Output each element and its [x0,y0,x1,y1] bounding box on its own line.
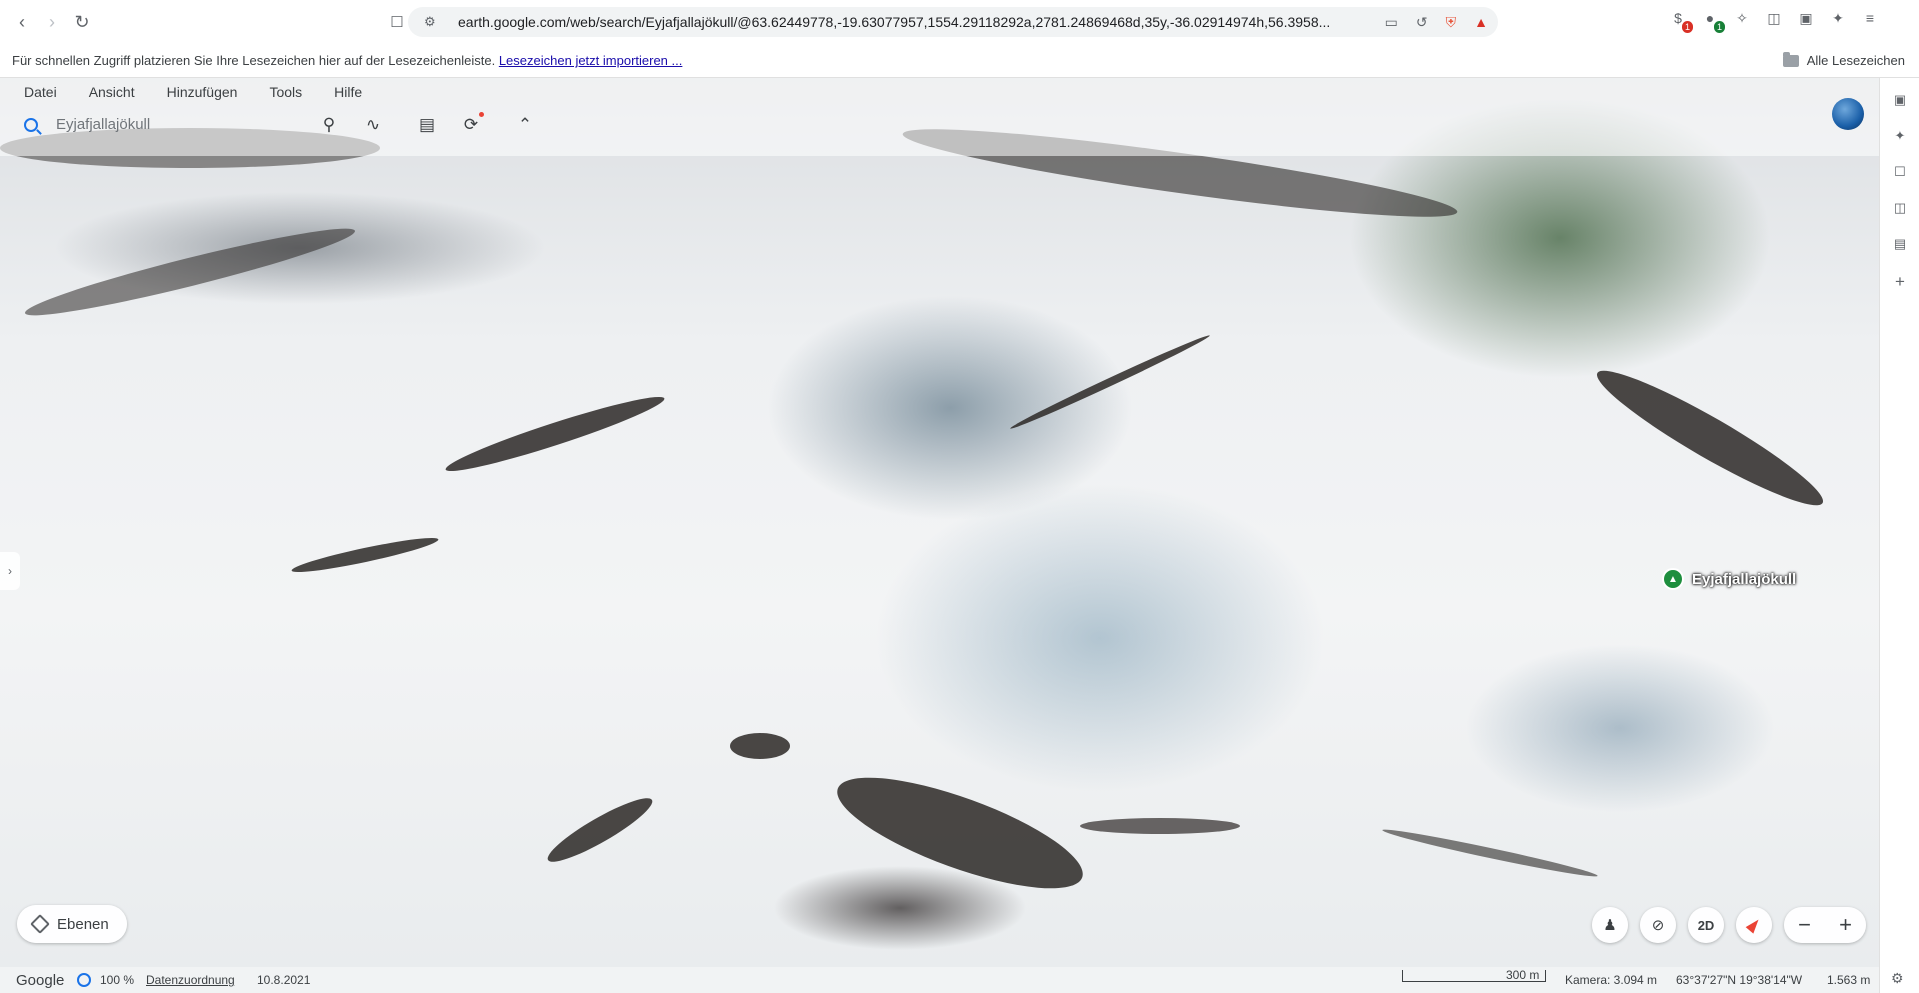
zoom-out-button[interactable]: − [1798,912,1811,938]
menu-datei[interactable]: Datei [24,84,57,100]
share-icon[interactable]: ↺ [1416,14,1428,31]
extension-icon-1[interactable]: $1 [1669,10,1693,33]
elevation: 1.563 m [1827,973,1871,987]
extensions-area: $1 ● 1 ✧ ◫ ▣ ✦ ≡ [1669,10,1879,33]
expand-panel-icon[interactable]: › [0,552,20,590]
placemark-icon[interactable]: ⚲ [318,114,340,136]
ruler-icon[interactable]: ▤ [416,114,438,136]
earth-header: Datei Ansicht Hinzufügen Tools Hilfe Eyj… [0,78,1879,156]
menu-hinzufuegen[interactable]: Hinzufügen [167,84,238,100]
terrain-rock [1008,331,1212,433]
terrain-rock [1080,818,1240,834]
bookmarks-panel-icon[interactable]: ☐ [1892,164,1908,180]
camera-altitude: Kamera: 3.094 m [1565,973,1658,987]
terrain-rock [825,755,1095,911]
reading-list-icon[interactable]: ▤ [1892,236,1908,252]
right-sidebar: ▣ ✦ ☐ ◫ ▤ + [1879,78,1919,993]
loading-indicator [77,973,91,987]
sidebar-toggle-icon[interactable]: ◫ [1765,10,1783,28]
cast-icon[interactable]: ▭ [1385,14,1398,31]
zoom-in-button[interactable]: + [1839,912,1852,938]
search-icon[interactable] [24,117,38,132]
import-bookmarks-link[interactable]: Lesezeichen jetzt importieren ... [499,53,683,68]
coordinates: 63°37'27"N 19°38'14"W [1676,973,1803,987]
mountain-icon: ▲ [1662,568,1684,590]
folder-icon [1782,51,1799,67]
wallet-icon[interactable]: ▣ [1797,10,1815,28]
scale-label: 300 m [1506,968,1540,982]
terrain-rock [1587,355,1833,521]
search-box[interactable]: Eyjafjallajökull [24,116,306,133]
menu-ansicht[interactable]: Ansicht [89,84,135,100]
menu-hilfe[interactable]: Hilfe [334,84,362,100]
extension-badge-2: 1 [1713,21,1725,33]
bookmarks-hint-text: Für schnellen Zugriff platzieren Sie Ihr… [12,53,496,68]
zoom-controls: − + [1784,907,1866,943]
collapse-icon[interactable]: ⌃ [514,114,536,136]
globe-icon[interactable] [1832,98,1864,130]
terrain-rock [290,532,440,578]
terrain-rock [442,388,668,480]
imagery-date: 10.8.2021 [257,973,311,987]
bookmarks-hint: Für schnellen Zugriff platzieren Sie Ihr… [12,53,682,68]
terrain-rock [1381,825,1599,881]
extension-icon-2[interactable]: ● 1 [1701,10,1725,33]
bookmark-icon[interactable]: ☐ [383,8,411,36]
load-percent: 100 % [100,973,135,987]
all-bookmarks-label: Alle Lesezeichen [1806,53,1905,68]
google-logo: Google [16,971,65,989]
wallet-panel-icon[interactable]: ▣ [1892,92,1908,108]
notification-dot [479,112,484,117]
layers-button[interactable]: Ebenen [17,905,127,943]
attribution-link[interactable]: Datenzuordnung [146,973,235,987]
bookmarks-bar: Für schnellen Zugriff platzieren Sie Ihr… [0,44,1919,78]
menu-bar: Datei Ansicht Hinzufügen Tools Hilfe [24,84,362,100]
brave-rewards-icon[interactable]: ▲ [1474,14,1488,30]
menu-tools[interactable]: Tools [269,84,302,100]
terrain-rock [21,217,359,327]
add-panel-icon[interactable]: + [1892,272,1908,291]
terrain-rock [730,733,790,759]
placemark[interactable]: ▲ Eyjafjallajökull [1662,568,1796,590]
reset-tilt-icon[interactable]: ⊘ [1640,907,1676,943]
search-input[interactable]: Eyjafjallajökull [56,116,306,133]
earth-map-view[interactable]: Datei Ansicht Hinzufügen Tools Hilfe Eyj… [0,78,1879,967]
path-icon[interactable]: ∿ [362,114,384,136]
site-settings-icon[interactable]: ⚙ [424,14,436,30]
reload-icon[interactable]: ↻ [68,8,96,36]
history-icon[interactable]: ⟳ [460,112,484,136]
leo-icon[interactable]: ✦ [1829,10,1847,28]
toggle-2d-button[interactable]: 2D [1688,907,1724,943]
compass-icon[interactable] [1736,907,1772,943]
playlist-panel-icon[interactable]: ◫ [1892,200,1908,216]
leo-panel-icon[interactable]: ✦ [1892,128,1908,144]
gear-icon[interactable]: ⚙ [1891,970,1904,987]
compass-needle [1745,916,1763,934]
back-icon[interactable]: ‹ [8,8,36,36]
forward-icon[interactable]: › [38,8,66,36]
browser-toolbar: ‹ › ↻ ☐ ⚙ earth.google.com/web/search/Ey… [0,0,1919,44]
status-bar: Google 100 % Datenzuordnung 10.8.2021 30… [0,967,1879,993]
url-text[interactable]: earth.google.com/web/search/Eyjafjallajö… [458,14,1358,30]
earth-toolbar: ⚲ ∿ ▤ ⟳ ⌃ [318,112,536,136]
extension-badge-1: 1 [1681,21,1693,33]
brave-shield-icon[interactable]: ⛨ [1446,14,1457,31]
extensions-icon[interactable]: ✧ [1733,10,1751,28]
address-bar[interactable]: ⚙ earth.google.com/web/search/Eyjafjalla… [408,7,1498,37]
placemark-label[interactable]: Eyjafjallajökull [1692,571,1796,588]
screen: ‹ › ↻ ☐ ⚙ earth.google.com/web/search/Ey… [0,0,1919,993]
all-bookmarks-button[interactable]: Alle Lesezeichen [1782,51,1905,68]
terrain-rock [542,789,658,871]
layers-label: Ebenen [57,915,109,933]
menu-icon[interactable]: ≡ [1861,10,1879,28]
layers-icon [30,914,50,934]
pegman-icon[interactable]: ♟ [1592,907,1628,943]
